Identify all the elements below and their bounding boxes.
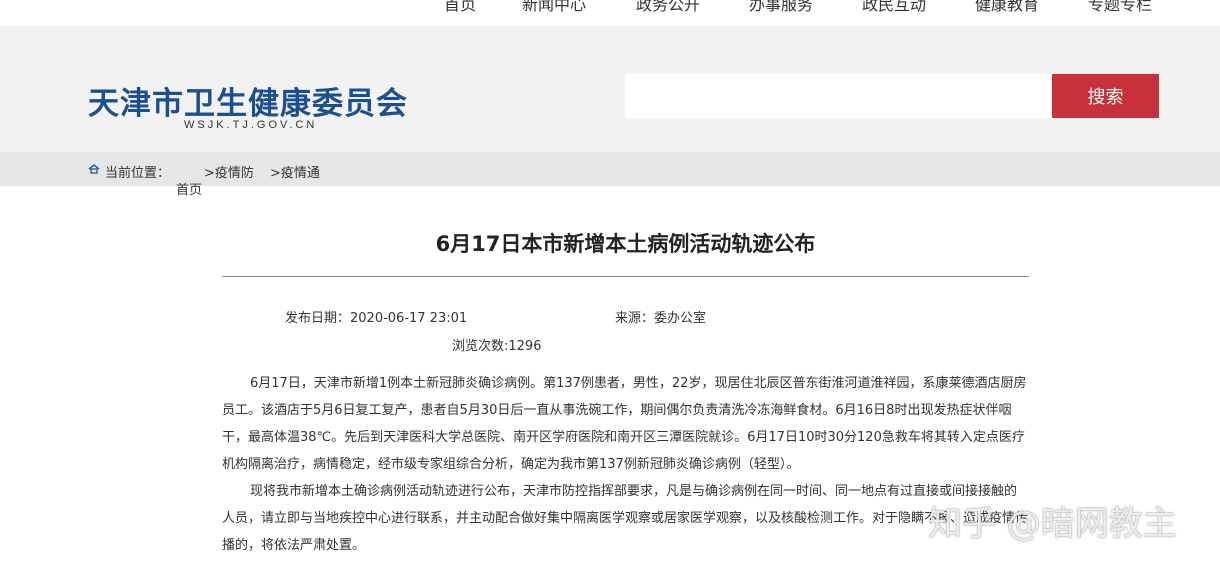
article-title: 6月17日本市新增本土病例活动轨迹公布 bbox=[435, 232, 816, 256]
search-input[interactable] bbox=[625, 74, 1052, 118]
article-source: 来源：委办公室 bbox=[615, 311, 707, 326]
article-paragraph-2: 现将我市新增本土确诊病例活动轨迹进行公布，天津市防控指挥部要求，凡是与确诊病例在… bbox=[222, 484, 1029, 553]
zhihu-watermark: 知乎 @暗网教主 bbox=[928, 504, 1177, 544]
nav-item-services[interactable]: 办事服务 bbox=[749, 0, 813, 15]
title-divider bbox=[222, 276, 1029, 277]
breadcrumb-home[interactable]: 首页 bbox=[176, 179, 202, 198]
breadcrumb: 当前位置： >疫情防 >疫情通 首页 bbox=[0, 152, 1220, 198]
home-icon bbox=[88, 164, 100, 174]
article-paragraph-1: 6月17日，天津市新增1例本土新冠肺炎确诊病例。第137例患者，男性，22岁，现… bbox=[222, 376, 1027, 472]
nav-item-news[interactable]: 新闻中心 bbox=[522, 0, 586, 15]
search-button[interactable]: 搜索 bbox=[1052, 74, 1159, 118]
nav-item-gov-affairs[interactable]: 政务公开 bbox=[636, 0, 700, 15]
nav-item-health-education[interactable]: 健康教育 bbox=[975, 0, 1039, 15]
breadcrumb-item-epidemic-notice[interactable]: >疫情通 bbox=[270, 162, 320, 181]
nav-item-home[interactable]: 首页 bbox=[444, 0, 476, 15]
top-navigation: 首页 新闻中心 政务公开 办事服务 政民互动 健康教育 专题专栏 bbox=[0, 0, 1220, 26]
site-logo-domain: WSJK.TJ.GOV.CN bbox=[184, 119, 318, 131]
site-logo-title[interactable]: 天津市卫生健康委员会 bbox=[88, 78, 408, 123]
nav-item-interaction[interactable]: 政民互动 bbox=[862, 0, 926, 15]
nav-item-special-topics[interactable]: 专题专栏 bbox=[1088, 0, 1152, 15]
site-header: 天津市卫生健康委员会 WSJK.TJ.GOV.CN 搜索 bbox=[0, 26, 1220, 152]
publish-date: 发布日期：2020-06-17 23:01 bbox=[285, 311, 468, 326]
breadcrumb-label: 当前位置： bbox=[105, 166, 171, 181]
breadcrumb-item-epidemic-prevention[interactable]: >疫情防 bbox=[204, 162, 254, 181]
view-count: 浏览次数:1296 bbox=[452, 339, 542, 354]
